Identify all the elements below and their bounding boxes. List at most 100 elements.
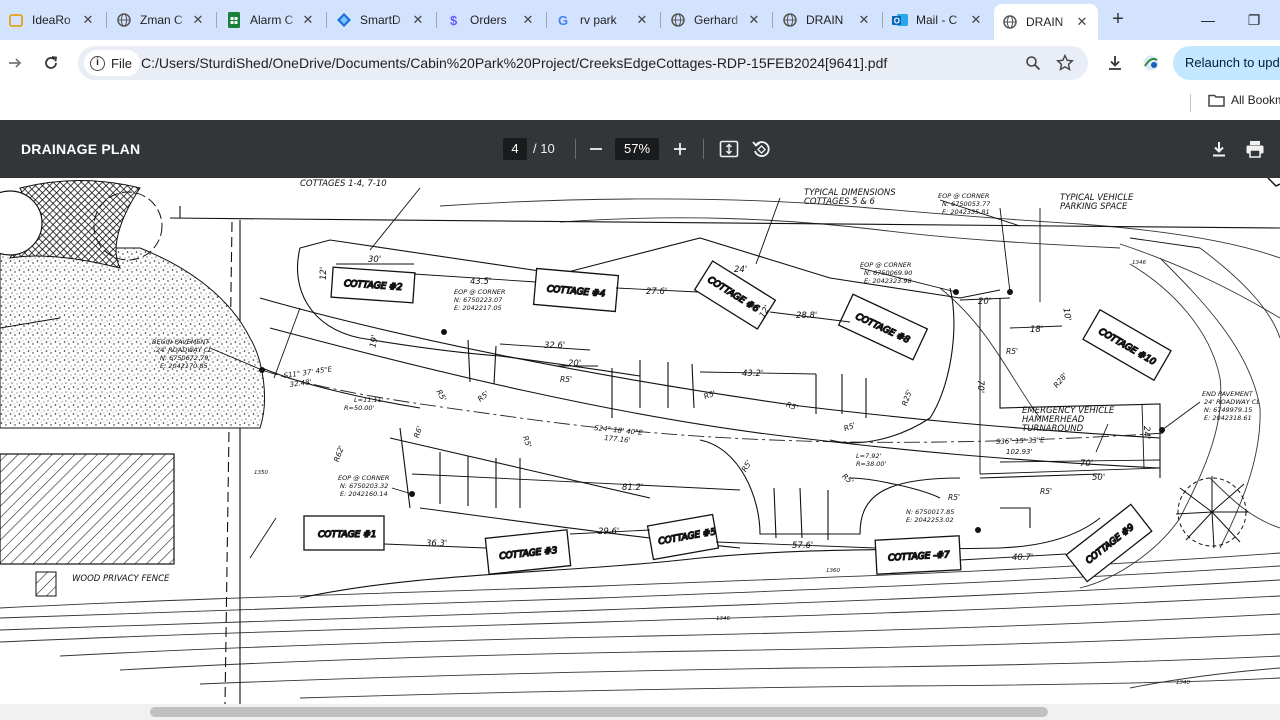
svg-text:BEGIN PAVEMENT: BEGIN PAVEMENT bbox=[152, 338, 210, 346]
tab-gerhard[interactable]: Gerhard ✕ bbox=[662, 4, 770, 36]
tab-strip: IdeaRo ✕ Zman C ✕ Alarm C ✕ SmartD ✕ $ O… bbox=[0, 0, 1280, 40]
toolbar-divider bbox=[703, 139, 704, 159]
svg-text:E: 2042318.61: E: 2042318.61 bbox=[1204, 414, 1252, 422]
print-icon[interactable] bbox=[1243, 137, 1267, 161]
cottage-7: COTTAGE -#7 bbox=[874, 535, 962, 575]
svg-text:S36° 15' 33"E: S36° 15' 33"E bbox=[996, 436, 1046, 446]
page-total: / 10 bbox=[533, 141, 555, 156]
close-tab-icon[interactable]: ✕ bbox=[634, 12, 650, 28]
close-tab-icon[interactable]: ✕ bbox=[1074, 14, 1090, 30]
svg-text:81.2': 81.2' bbox=[622, 483, 643, 493]
restore-icon[interactable]: ❐ bbox=[1236, 6, 1272, 34]
svg-text:1346: 1346 bbox=[716, 616, 730, 622]
site-info-chip[interactable]: i File bbox=[84, 50, 140, 76]
close-tab-icon[interactable]: ✕ bbox=[856, 12, 872, 28]
svg-text:70': 70' bbox=[1080, 459, 1093, 469]
sheets-icon bbox=[226, 12, 242, 28]
svg-text:1360: 1360 bbox=[826, 568, 840, 574]
tab-title: Orders bbox=[470, 13, 507, 27]
tab-divider bbox=[660, 12, 661, 28]
pdf-page-view[interactable]: COTTAGE #1 COTTAGE #2 COTTAGE #3 COTTAGE… bbox=[0, 178, 1280, 704]
zoom-icon[interactable] bbox=[1020, 50, 1046, 76]
cottage-9: COTTAGE #9 bbox=[1065, 503, 1153, 583]
minimize-icon[interactable]: — bbox=[1190, 6, 1226, 34]
globe-icon bbox=[1002, 14, 1018, 30]
star-icon[interactable] bbox=[1052, 50, 1078, 76]
rotate-icon[interactable] bbox=[749, 137, 773, 161]
browser-toolbar: i File C:/Users/SturdiShed/OneDrive/Docu… bbox=[0, 40, 1280, 86]
svg-text:G: G bbox=[558, 13, 568, 27]
tab-mail[interactable]: O Mail - C ✕ bbox=[884, 4, 992, 36]
svg-text:END PAVEMENT: END PAVEMENT bbox=[1202, 390, 1254, 398]
svg-text:$: $ bbox=[450, 13, 458, 27]
tab-title: IdeaRo bbox=[32, 13, 71, 27]
extension-icon[interactable] bbox=[1138, 50, 1164, 76]
svg-text:R25': R25' bbox=[900, 388, 914, 407]
close-tab-icon[interactable]: ✕ bbox=[190, 12, 206, 28]
svg-text:1340: 1340 bbox=[1176, 680, 1190, 686]
download-pdf-icon[interactable] bbox=[1207, 137, 1231, 161]
tab-rv-park[interactable]: G rv park ✕ bbox=[548, 4, 658, 36]
forward-icon[interactable] bbox=[2, 50, 28, 76]
cottage-3: COTTAGE #3 bbox=[484, 529, 572, 575]
tab-smartdraw[interactable]: SmartD ✕ bbox=[328, 4, 434, 36]
svg-text:32.6': 32.6' bbox=[544, 341, 565, 351]
close-tab-icon[interactable]: ✕ bbox=[520, 12, 536, 28]
svg-text:70': 70' bbox=[975, 380, 985, 393]
close-tab-icon[interactable]: ✕ bbox=[410, 12, 426, 28]
fit-page-icon[interactable] bbox=[717, 137, 741, 161]
download-icon[interactable] bbox=[1102, 50, 1128, 76]
tab-idearo[interactable]: IdeaRo ✕ bbox=[0, 4, 104, 36]
contour-lines bbox=[0, 198, 1280, 699]
tab-title: Gerhard bbox=[694, 13, 739, 27]
svg-text:COTTAGES 5 & 6: COTTAGES 5 & 6 bbox=[804, 197, 876, 207]
svg-text:R5': R5' bbox=[840, 472, 855, 487]
svg-text:50': 50' bbox=[1092, 473, 1105, 483]
tab-orders[interactable]: $ Orders ✕ bbox=[438, 4, 544, 36]
cottage-5: COTTAGE #5 bbox=[646, 513, 720, 561]
tab-alarm[interactable]: Alarm C ✕ bbox=[218, 4, 324, 36]
svg-text:20': 20' bbox=[568, 359, 581, 369]
tab-zman[interactable]: Zman C ✕ bbox=[108, 4, 214, 36]
svg-text:1350: 1350 bbox=[254, 470, 268, 476]
close-tab-icon[interactable]: ✕ bbox=[968, 12, 984, 28]
svg-text:E: 2042253.02: E: 2042253.02 bbox=[906, 516, 954, 524]
zoom-in-icon[interactable] bbox=[668, 137, 692, 161]
close-tab-icon[interactable]: ✕ bbox=[80, 12, 96, 28]
url-text[interactable]: C:/Users/SturdiShed/OneDrive/Documents/C… bbox=[141, 55, 887, 71]
page-number-input[interactable]: 4 bbox=[503, 138, 527, 160]
svg-text:24': 24' bbox=[1141, 426, 1151, 439]
svg-text:R5': R5' bbox=[1006, 347, 1018, 356]
svg-text:12': 12' bbox=[319, 267, 329, 280]
globe-icon bbox=[782, 12, 798, 28]
close-tab-icon[interactable]: ✕ bbox=[300, 12, 316, 28]
tab-drain-active[interactable]: DRAIN ✕ bbox=[994, 4, 1098, 40]
svg-text:32.48': 32.48' bbox=[289, 378, 312, 389]
zoom-level-input[interactable]: 57% bbox=[615, 138, 659, 160]
tab-title: DRAIN bbox=[806, 13, 844, 27]
tab-title: Zman C bbox=[140, 13, 183, 27]
address-bar[interactable]: i File C:/Users/SturdiShed/OneDrive/Docu… bbox=[78, 46, 1088, 80]
cottage-10: COTTAGE #10 bbox=[1082, 308, 1172, 382]
tab-drain-1[interactable]: DRAIN ✕ bbox=[774, 4, 880, 36]
zoom-out-icon[interactable] bbox=[584, 137, 608, 161]
google-icon: G bbox=[556, 12, 572, 28]
drainage-plan-drawing: COTTAGE #1 COTTAGE #2 COTTAGE #3 COTTAGE… bbox=[0, 178, 1280, 704]
parking-stalls bbox=[439, 339, 867, 540]
svg-text:29.6': 29.6' bbox=[598, 527, 619, 537]
svg-text:WOOD PRIVACY FENCE: WOOD PRIVACY FENCE bbox=[72, 574, 170, 584]
tab-divider bbox=[326, 12, 327, 28]
pdf-toolbar: DRAINAGE PLAN 4 / 10 57% bbox=[0, 120, 1280, 178]
svg-text:57.6': 57.6' bbox=[792, 541, 813, 551]
all-bookmarks-button[interactable]: All Bookmarks bbox=[1208, 93, 1280, 107]
horizontal-scrollbar[interactable] bbox=[0, 704, 1280, 720]
svg-text:EOP @ CORNER: EOP @ CORNER bbox=[338, 474, 389, 482]
scrollbar-thumb[interactable] bbox=[150, 707, 1048, 717]
cottage-8: COTTAGE #8 bbox=[837, 293, 929, 361]
relaunch-button[interactable]: Relaunch to update bbox=[1173, 46, 1280, 80]
stripe-icon: $ bbox=[446, 12, 462, 28]
new-tab-button[interactable]: + bbox=[1106, 8, 1130, 32]
close-tab-icon[interactable]: ✕ bbox=[746, 12, 762, 28]
tab-title: rv park bbox=[580, 13, 617, 27]
reload-icon[interactable] bbox=[38, 50, 64, 76]
